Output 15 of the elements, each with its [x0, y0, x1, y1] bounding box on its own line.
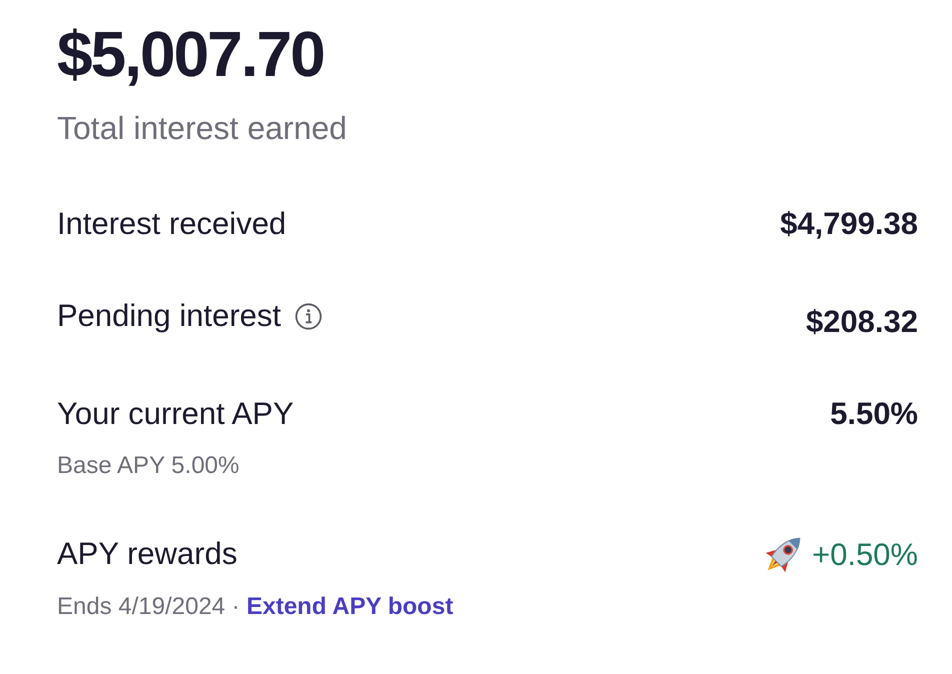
- row-value: 5.50%: [830, 396, 918, 432]
- info-icon[interactable]: [295, 302, 322, 330]
- row-label: Interest received: [57, 206, 286, 242]
- reward-rate: +0.50%: [812, 536, 918, 572]
- extend-boost-link[interactable]: Extend APY boost: [246, 593, 454, 620]
- row-value: $4,799.38: [780, 206, 918, 242]
- row-label: Your current APY: [57, 396, 294, 432]
- row-label: Pending interest: [57, 298, 282, 334]
- total-label: Total interest earned: [57, 110, 347, 146]
- row-note: Base APY 5.00%: [57, 452, 240, 480]
- rocket-icon: [764, 536, 802, 573]
- row-value: $208.32: [806, 304, 918, 340]
- row-label: APY rewards: [57, 536, 238, 572]
- total-amount: $5,007.70: [57, 22, 324, 86]
- row-note: Ends 4/19/2024 · Extend APY boost: [57, 593, 454, 621]
